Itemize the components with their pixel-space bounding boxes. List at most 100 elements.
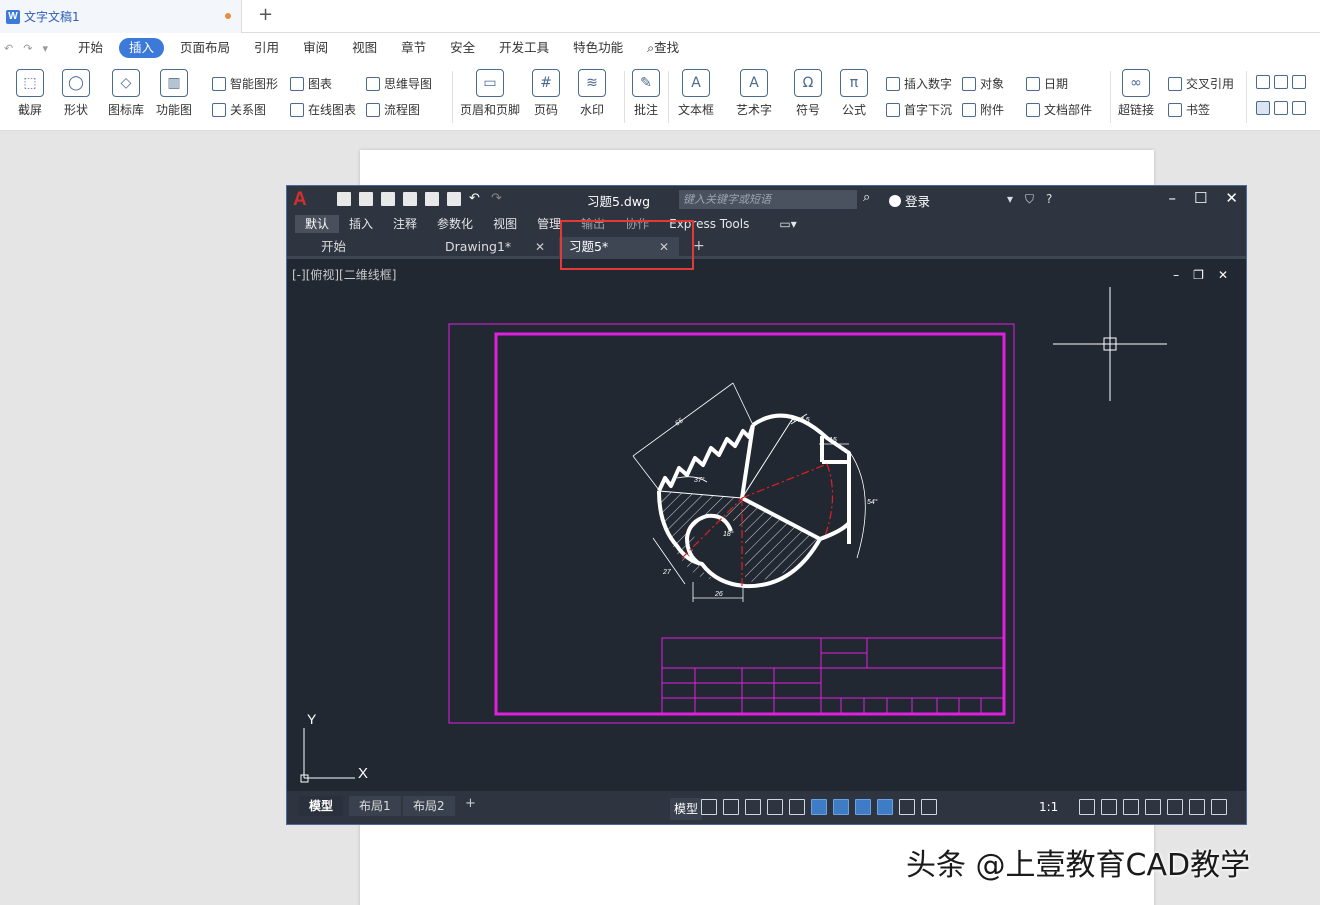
add-layout-icon[interactable]: +	[465, 796, 476, 811]
watermark-button[interactable]: ≋ 水印	[578, 69, 606, 118]
pi-icon: π	[840, 69, 868, 97]
wps-writer-icon: W	[6, 9, 20, 24]
status-right-icons	[1079, 799, 1227, 815]
comment-button[interactable]: ✎ 批注	[632, 69, 660, 118]
flowchart-button[interactable]: 流程图	[366, 101, 420, 118]
lineweight-icon[interactable]	[855, 799, 871, 815]
smart-graphic-button[interactable]: 智能图形	[212, 75, 278, 92]
relation-chart-button[interactable]: 关系图	[212, 101, 266, 118]
isodraft-icon[interactable]	[789, 799, 805, 815]
menu-home[interactable]: 开始	[66, 38, 115, 58]
menu-chapter[interactable]: 章节	[389, 38, 438, 58]
layout-tab-layout1[interactable]: 布局1	[349, 796, 401, 816]
dim-27: 27	[662, 569, 672, 576]
object-snap-tracking-icon[interactable]	[811, 799, 827, 815]
wps-menu-bar: ↶ ↷ ▾ 开始 插入 页面布局 引用 审阅 视图 章节 安全 开发工具 特色功…	[0, 33, 1320, 63]
menu-review[interactable]: 审阅	[291, 38, 340, 58]
object-snap-icon[interactable]	[833, 799, 849, 815]
chart-button[interactable]: 图表	[290, 75, 332, 92]
attachment-button[interactable]: 附件	[962, 101, 1004, 118]
icon-library-button[interactable]: ◇ 图标库	[108, 69, 144, 118]
ucs-x-label: X	[358, 765, 368, 782]
document-tab[interactable]: W 文字文稿1	[0, 0, 242, 33]
title-block	[661, 637, 1004, 715]
quick-dropdown-icon[interactable]: ▾	[42, 42, 48, 55]
object-button[interactable]: 对象	[962, 75, 1004, 92]
auto-scale-icon[interactable]	[899, 799, 915, 815]
drop-cap-button[interactable]: 首字下沉	[886, 101, 952, 118]
ucs-y-label: Y	[307, 711, 317, 727]
undo-icon[interactable]: ↶	[4, 42, 13, 55]
menu-developer[interactable]: 开发工具	[487, 38, 561, 58]
date-field-icon	[1274, 101, 1288, 115]
insert-number-button[interactable]: 插入数字	[886, 75, 952, 92]
customize-menu-icon[interactable]	[1211, 799, 1227, 815]
fullscreen-icon[interactable]	[1189, 799, 1205, 815]
annotation-monitor-icon[interactable]	[1101, 799, 1117, 815]
menu-view[interactable]: 视图	[340, 38, 389, 58]
annotation-scale-icon[interactable]	[921, 799, 937, 815]
bookmark-button[interactable]: 书签	[1168, 101, 1210, 118]
relation-chart-icon	[212, 102, 226, 117]
flowchart-icon	[366, 102, 380, 117]
menu-page-layout[interactable]: 页面布局	[168, 38, 242, 58]
ribbon-extra-icons-bottom[interactable]	[1256, 101, 1310, 115]
isolate-objects-icon[interactable]	[1167, 799, 1183, 815]
cad-window[interactable]: A ↶ ↷ 习题5.dwg 键入关键字或短语 ⌕ 登录 ▾ ⛉ ? – ☐ ✕	[286, 185, 1247, 825]
formula-button[interactable]: π 公式	[840, 69, 868, 118]
ortho-icon[interactable]	[745, 799, 761, 815]
annotation-visibility-icon[interactable]	[877, 799, 893, 815]
drawing-canvas[interactable]: 65 R44.5 15 37° 54° 18° 27 26 Y X	[287, 186, 1246, 791]
ribbon-divider	[1110, 71, 1111, 123]
snap-icon[interactable]	[723, 799, 739, 815]
text-field-icon	[1256, 101, 1270, 115]
quick-properties-icon[interactable]	[1145, 799, 1161, 815]
mind-map-icon	[366, 76, 380, 91]
insert-number-icon	[886, 76, 900, 91]
redo-icon[interactable]: ↷	[23, 42, 32, 55]
hyperlink-button[interactable]: ∞ 超链接	[1118, 69, 1154, 118]
header-footer-button[interactable]: ▭ 页眉和页脚	[460, 69, 520, 118]
form-field-icon	[1256, 75, 1270, 89]
menu-reference[interactable]: 引用	[242, 38, 291, 58]
menu-features[interactable]: 特色功能	[561, 38, 635, 58]
date-button[interactable]: 日期	[1026, 75, 1068, 92]
annotation-scale-value[interactable]: 1:1	[1039, 800, 1058, 814]
workspace-gear-icon[interactable]	[1079, 799, 1095, 815]
shape-icon: ◯	[62, 69, 90, 97]
watermark-icon: ≋	[578, 69, 606, 97]
layout-tab-model[interactable]: 模型	[299, 796, 344, 816]
cross-reference-icon	[1168, 76, 1182, 91]
ribbon-extra-icons-top[interactable]	[1256, 75, 1310, 89]
object-icon	[962, 76, 976, 91]
menu-security[interactable]: 安全	[438, 38, 487, 58]
dim-37-deg: 37°	[694, 476, 705, 484]
symbol-button[interactable]: Ω 符号	[794, 69, 822, 118]
image-field-icon	[1292, 75, 1306, 89]
bookmark-icon	[1168, 102, 1182, 117]
status-model-button[interactable]: 模型	[670, 798, 703, 820]
date-icon	[1026, 76, 1040, 91]
wordart-button[interactable]: A 艺术字	[736, 69, 772, 118]
unsaved-dot-icon	[225, 13, 231, 19]
textbox-button[interactable]: A 文本框	[678, 69, 714, 118]
header-footer-icon: ▭	[476, 69, 504, 97]
smart-graphic-icon	[212, 76, 226, 91]
cross-reference-button[interactable]: 交叉引用	[1168, 75, 1234, 92]
combo-field-icon	[1292, 101, 1306, 115]
shape-button[interactable]: ◯ 形状	[62, 69, 90, 118]
function-chart-button[interactable]: ▥ 功能图	[156, 69, 192, 118]
dim-54-deg: 54°	[867, 498, 878, 506]
new-tab-plus-icon[interactable]: +	[258, 4, 273, 25]
screenshot-button[interactable]: ⬚ 截屏	[16, 69, 44, 118]
layout-tab-layout2[interactable]: 布局2	[403, 796, 455, 816]
grid-icon[interactable]	[701, 799, 717, 815]
online-chart-button[interactable]: 在线图表	[290, 101, 356, 118]
page-number-button[interactable]: # 页码	[532, 69, 560, 118]
menu-search[interactable]: ⌕查找	[635, 38, 691, 58]
mind-map-button[interactable]: 思维导图	[366, 75, 432, 92]
polar-icon[interactable]	[767, 799, 783, 815]
doc-parts-button[interactable]: 文档部件	[1026, 101, 1092, 118]
menu-insert[interactable]: 插入	[119, 38, 165, 58]
units-icon[interactable]	[1123, 799, 1139, 815]
